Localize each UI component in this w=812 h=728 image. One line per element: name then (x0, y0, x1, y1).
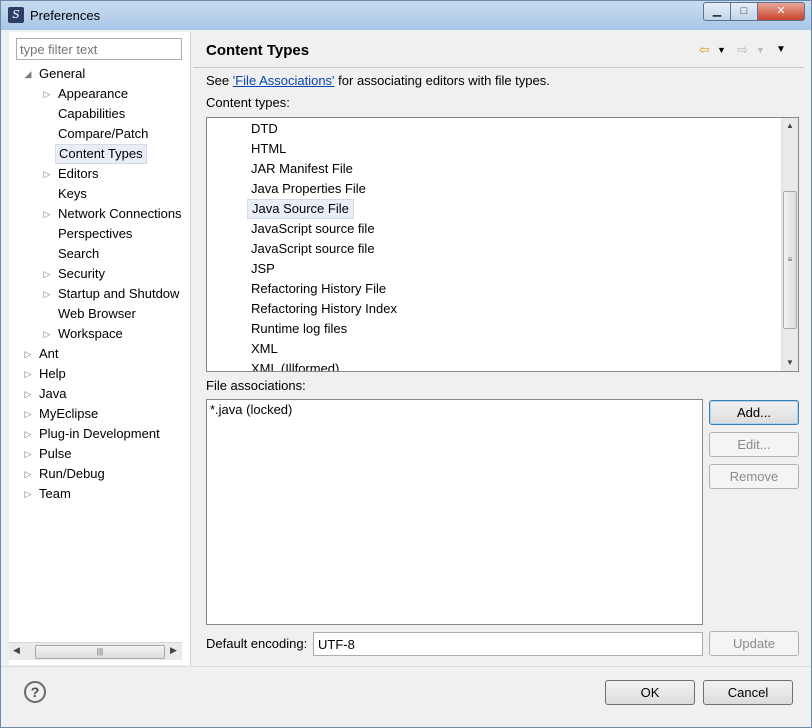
tree-collapsed-icon[interactable]: ▷ (23, 404, 33, 424)
tree-item-label: General (39, 66, 86, 81)
content-types-list[interactable]: XML (Illformed) XML Runtime log files Refac… (206, 117, 799, 372)
footer-separator (1, 666, 811, 667)
tree-item-label: Ant (39, 346, 59, 361)
tree-collapsed-icon[interactable]: ▷ (23, 444, 33, 464)
content-type-item[interactable]: HTML (247, 139, 290, 159)
tree-item-label: Content Types (55, 144, 147, 164)
tree-horizontal-scrollbar[interactable]: ◀ ||| ▶ (9, 642, 182, 660)
tree-item-label: Security (58, 266, 105, 281)
update-button[interactable]: Update (709, 631, 799, 656)
forward-dropdown-icon[interactable]: ▼ (756, 45, 765, 55)
tree-expanded-icon[interactable]: ◢ (23, 64, 33, 84)
content-types-scrollbar[interactable]: ▲ ≡ ▼ (781, 118, 798, 371)
cancel-button[interactable]: Cancel (703, 680, 793, 705)
tree-item-label: Web Browser (58, 306, 136, 321)
content-type-item[interactable]: XML (Illformed) (247, 359, 343, 371)
tree-collapsed-icon[interactable]: ▷ (42, 284, 52, 304)
filter-input[interactable] (16, 38, 182, 60)
scroll-up-icon[interactable]: ▲ (786, 121, 794, 130)
content-type-item[interactable]: Java Source File (247, 199, 354, 219)
page-navigation: ⇦ ▼ ⇨ ▼ ▼ (699, 42, 799, 60)
default-encoding-input[interactable] (313, 632, 703, 656)
tree-item-label: Team (39, 486, 71, 501)
add-button[interactable]: Add... (709, 400, 799, 425)
content-type-item[interactable]: DTD (247, 119, 282, 139)
tree-collapsed-icon[interactable]: ▷ (23, 384, 33, 404)
tree-item-label: Workspace (58, 326, 123, 341)
content-type-item[interactable]: XML (247, 339, 282, 359)
file-associations-info: See 'File Associations' for associating … (206, 73, 550, 88)
tree-collapsed-icon[interactable]: ▷ (23, 464, 33, 484)
window-title: Preferences (30, 8, 101, 23)
remove-button[interactable]: Remove (709, 464, 799, 489)
file-association-item[interactable]: *.java (locked) (210, 401, 292, 419)
edit-button[interactable]: Edit... (709, 432, 799, 457)
content-type-item[interactable]: JAR Manifest File (247, 159, 357, 179)
file-associations-link[interactable]: 'File Associations' (233, 73, 335, 88)
tree-item-label: Editors (58, 166, 99, 181)
eclipse-app-icon: S (8, 7, 24, 23)
tree-item-label: Startup and Shutdow (58, 286, 180, 301)
tree-collapsed-icon[interactable]: ▷ (42, 84, 52, 104)
content-types-page: Content Types ⇦ ▼ ⇨ ▼ ▼ See 'File Associ… (193, 32, 804, 665)
tree-item-label: Network Connections (58, 206, 182, 221)
tree-item-label: Capabilities (58, 106, 126, 121)
tree-item-label: Appearance (58, 86, 129, 101)
content-type-item[interactable]: JavaScript source file (247, 239, 379, 259)
default-encoding-label: Default encoding: (206, 636, 308, 651)
tree-item-label: Java (39, 386, 67, 401)
tree-collapsed-icon[interactable]: ▷ (42, 164, 52, 184)
tree-collapsed-icon[interactable]: ▷ (23, 484, 33, 504)
minimize-button[interactable]: ▁ (703, 2, 731, 21)
maximize-button[interactable]: □ (730, 2, 758, 21)
scroll-right-icon[interactable]: ▶ (170, 645, 177, 656)
content-type-item[interactable]: Refactoring History Index (247, 299, 401, 319)
tree-item-label: Plug-in Development (39, 426, 160, 441)
scroll-thumb[interactable]: ≡ (783, 191, 797, 329)
tree-item-label: Pulse (39, 446, 72, 461)
tree-item-label: Help (39, 366, 66, 381)
tree-collapsed-icon[interactable]: ▷ (42, 264, 52, 284)
tree-item-label: Perspectives (58, 226, 133, 241)
content-type-item[interactable]: Java Properties File (247, 179, 370, 199)
file-associations-list[interactable]: *.java (locked) (206, 399, 703, 625)
content-type-item[interactable]: JavaScript source file (247, 219, 379, 239)
back-dropdown-icon[interactable]: ▼ (717, 45, 726, 55)
tree-collapsed-icon[interactable]: ▷ (23, 424, 33, 444)
help-icon[interactable]: ? (24, 681, 46, 703)
header-separator (193, 67, 804, 68)
preferences-window: S Preferences ▁ □ ✕ ◢ General ▷ Appearance C… (0, 0, 812, 728)
tree-collapsed-icon[interactable]: ▷ (42, 324, 52, 344)
preferences-tree-pane: ◢ General ▷ Appearance Capabilities Compare/P… (9, 32, 191, 665)
tree-collapsed-icon[interactable]: ▷ (42, 204, 52, 224)
tree-item-label: Run/Debug (39, 466, 105, 481)
scroll-left-icon[interactable]: ◀ (13, 645, 20, 656)
file-associations-label: File associations: (206, 378, 306, 393)
view-menu-icon[interactable]: ▼ (776, 44, 786, 55)
title-bar[interactable]: S Preferences ▁ □ ✕ (1, 1, 811, 30)
tree-collapsed-icon[interactable]: ▷ (23, 364, 33, 384)
info-suffix: for associating editors with file types. (334, 73, 550, 88)
scroll-thumb[interactable]: ||| (35, 645, 165, 659)
ok-button[interactable]: OK (605, 680, 695, 705)
tree-item-label: Search (58, 246, 100, 261)
content-type-item[interactable]: JSP (247, 259, 279, 279)
page-title: Content Types (206, 42, 310, 59)
forward-arrow-icon[interactable]: ⇨ (737, 42, 748, 58)
tree-item-label: MyEclipse (39, 406, 99, 421)
close-window-button[interactable]: ✕ (757, 2, 805, 21)
tree-collapsed-icon[interactable]: ▷ (23, 344, 33, 364)
info-prefix: See (206, 73, 233, 88)
scroll-down-icon[interactable]: ▼ (786, 358, 794, 367)
content-types-label: Content types: (206, 95, 290, 110)
tree-item-label: Compare/Patch (58, 126, 149, 141)
content-type-item[interactable]: Refactoring History File (247, 279, 390, 299)
back-arrow-icon[interactable]: ⇦ (699, 42, 710, 58)
content-type-item[interactable]: Runtime log files (247, 319, 351, 339)
tree-item-label: Keys (58, 186, 87, 201)
